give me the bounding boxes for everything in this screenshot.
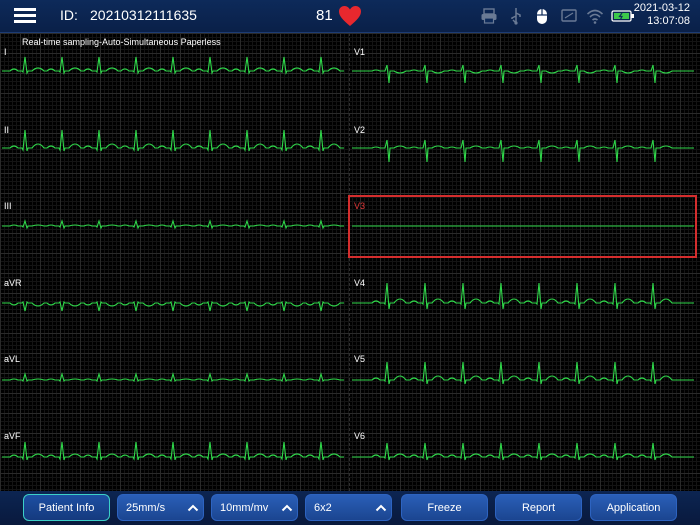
bottom-toolbar: Patient Info 25mm/s 10mm/mv 6x2 Freeze R…: [0, 491, 700, 525]
lead-label-V2: V2: [354, 125, 366, 135]
chevron-up-icon: [277, 501, 297, 515]
speed-value: 25mm/s: [126, 501, 166, 514]
lead-label-III: III: [4, 201, 12, 211]
lead-label-II: II: [4, 125, 10, 135]
application-button[interactable]: Application: [590, 494, 677, 521]
date-text: 2021-03-12: [633, 2, 690, 14]
screen-icon: [561, 9, 577, 22]
application-label: Application: [606, 501, 661, 514]
gain-select[interactable]: 10mm/mv: [211, 494, 298, 521]
lead-label-V3: V3: [354, 201, 366, 211]
top-status-bar: ID: 20210312111635 81 2021-03-12 13:07:0…: [0, 0, 700, 33]
ecg-trace-V5: [352, 361, 694, 385]
lead-label-V5: V5: [354, 354, 366, 364]
speed-select[interactable]: 25mm/s: [117, 494, 204, 521]
lead-label-I: I: [4, 47, 7, 57]
lead-label-aVL: aVL: [4, 354, 21, 364]
wifi-icon: [586, 9, 604, 24]
printer-icon: [481, 8, 497, 24]
patient-info-button[interactable]: Patient Info: [23, 494, 110, 521]
lead-label-V4: V4: [354, 278, 366, 288]
ecg-trace-aVF: [2, 441, 344, 461]
hamburger-menu-icon[interactable]: [14, 8, 36, 24]
lead-label-aVF: aVF: [4, 431, 21, 441]
ecg-trace-I: [2, 56, 344, 75]
ecg-trace-aVR: [2, 300, 344, 312]
heart-rate-value: 81: [316, 7, 333, 24]
sampling-mode-text: Real-time sampling-Auto-Simultaneous Pap…: [22, 37, 221, 47]
layout-value: 6x2: [314, 501, 332, 514]
ecg-traces: [2, 56, 694, 461]
lead-label-V6: V6: [354, 431, 366, 441]
patient-id-label: ID:: [60, 7, 78, 23]
mouse-icon: [537, 9, 547, 24]
patient-info-label: Patient Info: [38, 501, 95, 514]
ecg-trace-V2: [352, 139, 694, 163]
chevron-up-icon: [183, 501, 203, 515]
usb-icon: [511, 8, 521, 25]
patient-id-value: 20210312111635: [90, 7, 197, 23]
ecg-trace-V6: [352, 442, 694, 461]
time-text: 13:07:08: [647, 15, 690, 27]
freeze-button[interactable]: Freeze: [401, 494, 488, 521]
battery-icon: [611, 10, 634, 22]
report-label: Report: [521, 501, 556, 514]
heart-icon: [339, 6, 361, 26]
selected-lead-box[interactable]: [348, 195, 697, 258]
report-button[interactable]: Report: [495, 494, 582, 521]
ecg-trace-aVL: [2, 371, 344, 383]
gain-value: 10mm/mv: [220, 501, 269, 514]
ecg-trace-II: [2, 129, 344, 152]
lead-label-aVR: aVR: [4, 278, 22, 288]
ecg-trace-V4: [352, 282, 694, 310]
date-time: 2021-03-12 13:07:08: [634, 2, 690, 28]
lead-label-V1: V1: [354, 47, 366, 57]
freeze-label: Freeze: [427, 501, 462, 514]
ecg-trace-V1: [352, 64, 694, 84]
layout-select[interactable]: 6x2: [305, 494, 392, 521]
ecg-trace-III: [2, 219, 344, 230]
chevron-up-icon: [371, 501, 391, 515]
